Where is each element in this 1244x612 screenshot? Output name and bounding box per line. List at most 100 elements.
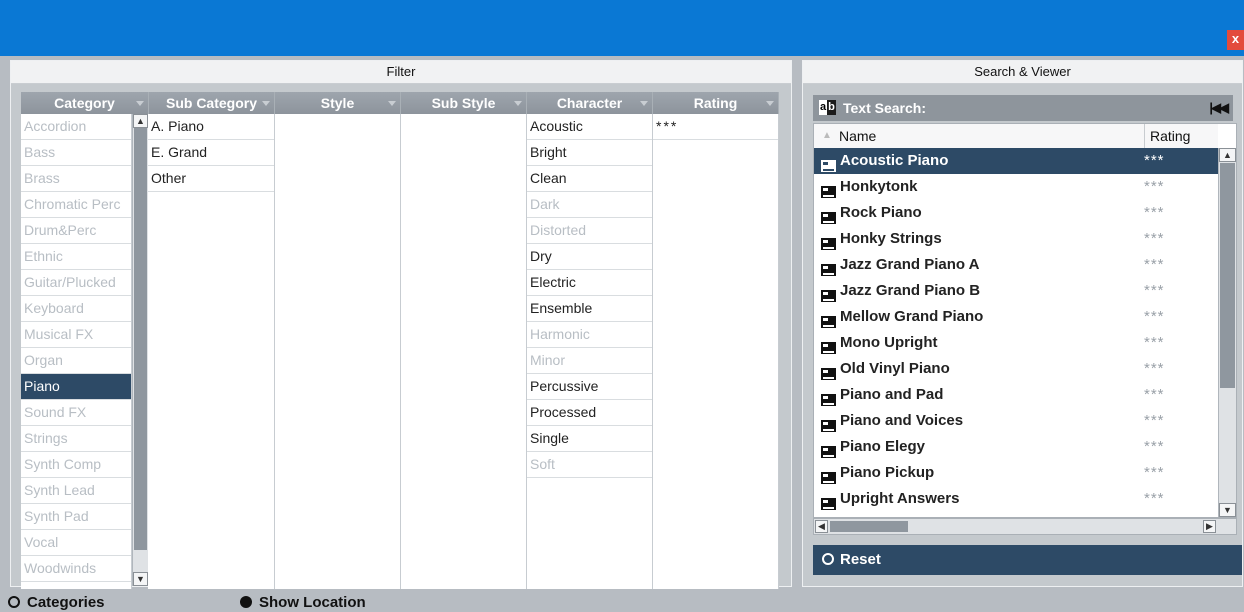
result-row[interactable]: Upright Answers *** <box>814 486 1218 512</box>
category-item[interactable]: Bass <box>21 140 131 166</box>
subcategory-column-header[interactable]: Sub Category <box>149 92 275 114</box>
category-column-header[interactable]: Category <box>21 92 149 114</box>
scroll-down-icon[interactable]: ▼ <box>133 572 148 586</box>
character-item[interactable]: Clean <box>527 166 652 192</box>
character-item[interactable]: Acoustic <box>527 114 652 140</box>
rating-column-header-viewer[interactable]: Rating <box>1144 124 1218 148</box>
dropdown-arrow-icon <box>388 101 396 106</box>
category-item[interactable]: Guitar/Plucked <box>21 270 131 296</box>
result-row[interactable]: Honky Strings *** <box>814 226 1218 252</box>
result-rating: *** <box>1144 464 1165 481</box>
character-item[interactable]: Soft <box>527 452 652 478</box>
category-item[interactable]: Woodwinds <box>21 556 131 582</box>
category-item[interactable]: Piano <box>21 374 131 400</box>
result-name: Piano and Voices <box>840 412 964 429</box>
result-row[interactable]: Jazz Grand Piano A *** <box>814 252 1218 278</box>
category-item[interactable]: Strings <box>21 426 131 452</box>
category-item[interactable]: Drum&Perc <box>21 218 131 244</box>
style-column-header[interactable]: Style <box>275 92 401 114</box>
scroll-down-icon[interactable]: ▼ <box>1219 503 1236 517</box>
rewind-icon[interactable]: |◀◀ <box>1209 95 1229 121</box>
scroll-left-icon[interactable]: ◀ <box>815 520 828 533</box>
result-rating: *** <box>1144 438 1165 455</box>
subcategory-item[interactable]: A. Piano <box>148 114 274 140</box>
subcategory-list: A. Piano E. Grand Other <box>148 114 275 589</box>
name-column-header[interactable]: Name <box>839 124 876 148</box>
category-item[interactable]: Synth Comp <box>21 452 131 478</box>
result-row[interactable]: Old Vinyl Piano *** <box>814 356 1218 382</box>
character-item[interactable]: Single <box>527 426 652 452</box>
dropdown-arrow-icon <box>640 101 648 106</box>
text-search-bar[interactable]: ab Text Search: |◀◀ <box>813 95 1233 121</box>
category-item[interactable]: Musical FX <box>21 322 131 348</box>
result-name: Piano Elegy <box>840 438 926 455</box>
character-column-header[interactable]: Character <box>527 92 653 114</box>
category-item[interactable]: Sound FX <box>21 400 131 426</box>
categories-option[interactable]: Categories <box>8 594 105 612</box>
category-item[interactable]: Synth Lead <box>21 478 131 504</box>
result-row[interactable]: Jazz Grand Piano B *** <box>814 278 1218 304</box>
substyle-column-header[interactable]: Sub Style <box>401 92 527 114</box>
result-rating: *** <box>1144 282 1165 299</box>
subcategory-item[interactable]: Other <box>148 166 274 192</box>
scrollbar-thumb[interactable] <box>830 521 908 532</box>
result-name: Honkytonk <box>840 178 918 195</box>
scroll-right-icon[interactable]: ▶ <box>1203 520 1216 533</box>
result-row[interactable]: Rock Piano *** <box>814 200 1218 226</box>
result-row[interactable]: Honkytonk *** <box>814 174 1218 200</box>
result-name: Jazz Grand Piano B <box>840 282 981 299</box>
category-item[interactable]: Keyboard <box>21 296 131 322</box>
show-location-option[interactable]: Show Location <box>240 594 366 612</box>
category-item[interactable]: Ethnic <box>21 244 131 270</box>
category-item[interactable]: Brass <box>21 166 131 192</box>
scrollbar-thumb[interactable] <box>1220 163 1235 388</box>
scroll-up-icon[interactable]: ▲ <box>1219 148 1236 162</box>
reset-button[interactable]: Reset <box>813 545 1242 575</box>
result-row[interactable]: Piano Pickup *** <box>814 460 1218 486</box>
result-row[interactable]: Piano and Pad *** <box>814 382 1218 408</box>
result-name: Upright Answers <box>840 490 960 507</box>
result-row[interactable]: Mono Upright *** <box>814 330 1218 356</box>
result-row[interactable]: Piano Elegy *** <box>814 434 1218 460</box>
result-name: Old Vinyl Piano <box>840 360 950 377</box>
category-item[interactable]: Accordion <box>21 114 131 140</box>
result-row[interactable]: Piano and Voices *** <box>814 408 1218 434</box>
dropdown-arrow-icon <box>262 101 270 106</box>
results-scrollbar[interactable]: ▲ ▼ <box>1218 148 1236 517</box>
character-item[interactable]: Ensemble <box>527 296 652 322</box>
subcategory-item[interactable]: E. Grand <box>148 140 274 166</box>
result-rating: *** <box>1144 178 1165 195</box>
category-item[interactable]: Organ <box>21 348 131 374</box>
substyle-header-label: Sub Style <box>431 95 496 111</box>
category-item[interactable]: Vocal <box>21 530 131 556</box>
character-item[interactable]: Harmonic <box>527 322 652 348</box>
character-item[interactable]: Distorted <box>527 218 652 244</box>
search-viewer-panel: Search & Viewer ab Text Search: |◀◀ ▲ Na… <box>802 60 1243 587</box>
result-rating: *** <box>1144 334 1165 351</box>
rating-column-header[interactable]: Rating <box>653 92 779 114</box>
results-horizontal-scrollbar[interactable]: ◀ ▶ <box>813 518 1237 535</box>
character-item[interactable]: Dark <box>527 192 652 218</box>
character-item[interactable]: Minor <box>527 348 652 374</box>
category-item[interactable]: Chromatic Perc <box>21 192 131 218</box>
character-item[interactable]: Bright <box>527 140 652 166</box>
character-item[interactable]: Dry <box>527 244 652 270</box>
dropdown-arrow-icon <box>514 101 522 106</box>
scroll-up-icon[interactable]: ▲ <box>133 114 148 128</box>
reset-label: Reset <box>840 551 881 568</box>
category-scrollbar[interactable]: ▲ ▼ <box>132 114 148 586</box>
scrollbar-thumb[interactable] <box>134 128 147 550</box>
category-item[interactable]: Synth Pad <box>21 504 131 530</box>
result-row[interactable]: Acoustic Piano *** <box>814 148 1218 174</box>
result-row[interactable]: Mellow Grand Piano *** <box>814 304 1218 330</box>
text-search-icon: ab <box>819 100 836 115</box>
character-item[interactable]: Electric <box>527 270 652 296</box>
results-header: ▲ Name Rating <box>814 124 1218 149</box>
character-item[interactable]: Processed <box>527 400 652 426</box>
rating-item[interactable]: *** <box>653 114 778 140</box>
instrument-preset-icon <box>821 415 836 432</box>
instrument-preset-icon <box>821 233 836 250</box>
close-button[interactable]: x <box>1227 30 1244 50</box>
subcategory-header-label: Sub Category <box>165 95 257 111</box>
character-item[interactable]: Percussive <box>527 374 652 400</box>
